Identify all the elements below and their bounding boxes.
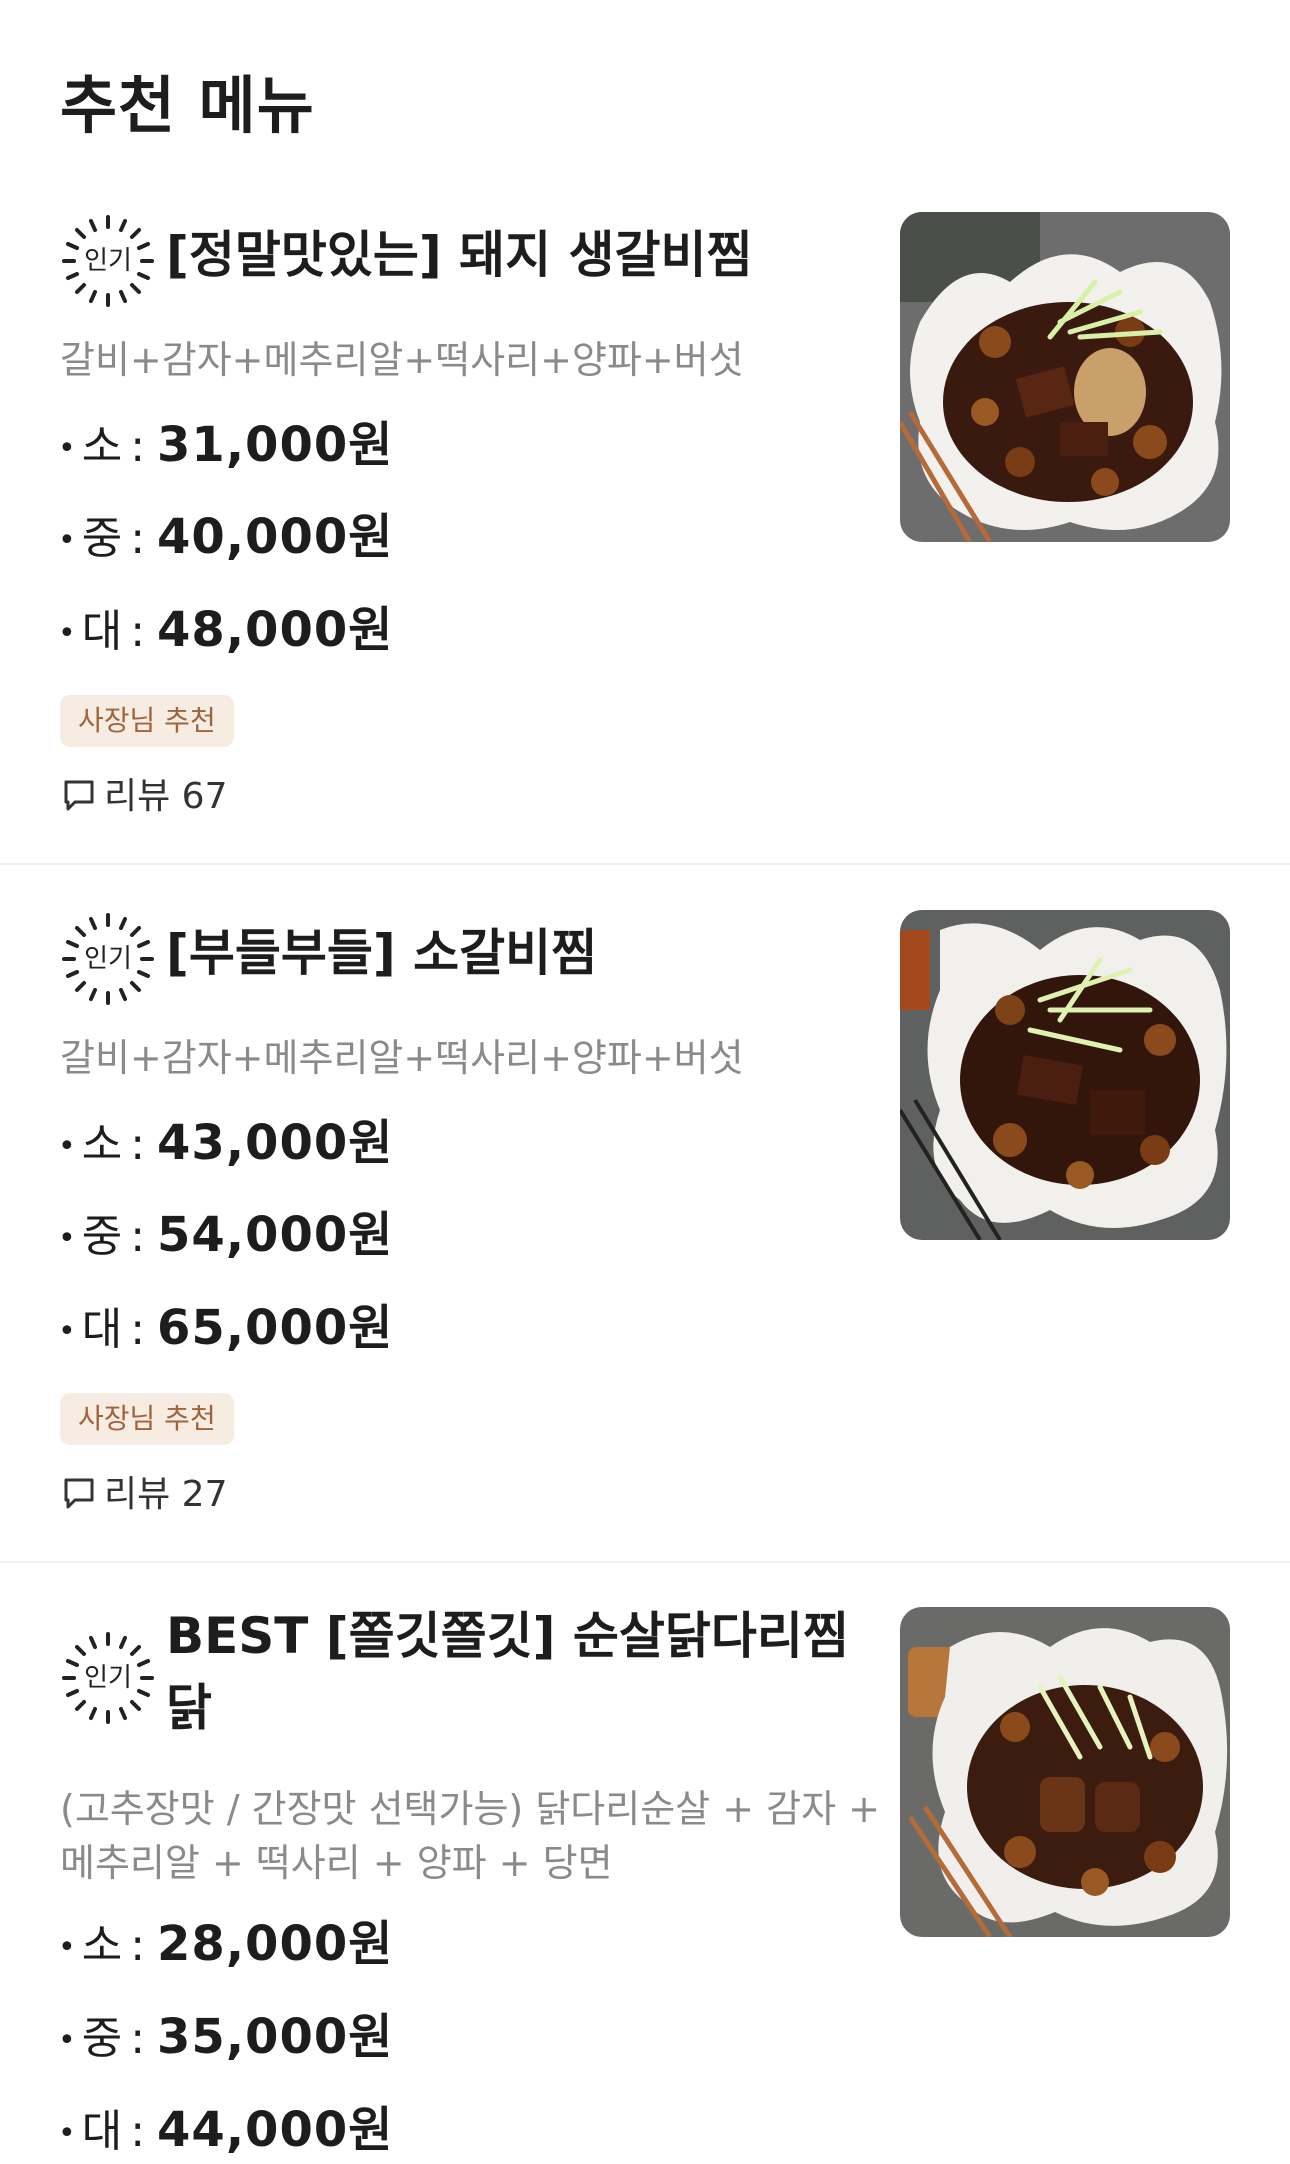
page-title: 추천 메뉴 xyxy=(60,69,315,142)
popular-badge-icon: 인기 xyxy=(60,1630,156,1726)
menu-item-description: 갈비+감자+메추리알+떡사리+양파+버섯 xyxy=(60,1036,744,1080)
price-value: 54,000원 xyxy=(157,1207,394,1263)
price-value: 31,000원 xyxy=(157,417,394,473)
colon: : xyxy=(130,1304,146,1355)
price-value: 65,000원 xyxy=(157,1300,394,1356)
owner-recommend-tag: 사장님 추천 xyxy=(60,695,234,747)
bullet: • xyxy=(58,431,76,466)
size-label: 소 xyxy=(81,1119,123,1170)
menu-item-name[interactable]: [정말맛있는] 돼지 생갈비찜 xyxy=(166,219,866,291)
bullet: • xyxy=(58,1129,76,1164)
section-divider xyxy=(0,863,1290,865)
review-link[interactable]: 리뷰 27 xyxy=(62,1465,228,1525)
price-row-small: • 소:28,000원 xyxy=(58,1914,393,1978)
size-label: 중 xyxy=(81,2013,123,2064)
price-row-medium: • 중:40,000원 xyxy=(58,507,393,571)
badge-label: 인기 xyxy=(84,1663,132,1693)
colon: : xyxy=(130,606,146,657)
speech-bubble-icon xyxy=(64,1478,94,1509)
colon: : xyxy=(130,421,146,472)
size-label: 대 xyxy=(81,2106,123,2157)
price-row-medium: • 중:35,000원 xyxy=(58,2007,393,2071)
price-row-small: • 소:43,000원 xyxy=(58,1113,393,1177)
bullet: • xyxy=(58,2023,76,2058)
bullet: • xyxy=(58,1314,76,1349)
size-label: 소 xyxy=(81,421,123,472)
price-value: 48,000원 xyxy=(157,602,394,658)
bullet: • xyxy=(58,616,76,651)
price-row-large: • 대:65,000원 xyxy=(58,1298,393,1362)
bullet: • xyxy=(58,523,76,558)
colon: : xyxy=(130,1119,146,1170)
menu-item-photo[interactable] xyxy=(900,1607,1230,1937)
review-link[interactable]: 리뷰 67 xyxy=(62,767,228,827)
menu-item-photo[interactable] xyxy=(900,212,1230,542)
price-value: 35,000원 xyxy=(157,2009,394,2065)
review-count: 리뷰 27 xyxy=(104,1474,228,1515)
bullet: • xyxy=(58,1930,76,1965)
speech-bubble-icon xyxy=(64,780,94,811)
colon: : xyxy=(130,2013,146,2064)
menu-item[interactable]: 인기 [정말맛있는] 돼지 생갈비찜 갈비+감자+메추리알+떡사리+양파+버섯 … xyxy=(0,205,1290,865)
colon: : xyxy=(130,1920,146,1971)
badge-label: 인기 xyxy=(84,944,132,974)
bullet: • xyxy=(58,1221,76,1256)
size-label: 소 xyxy=(81,1920,123,1971)
colon: : xyxy=(130,2106,146,2157)
menu-item-name[interactable]: [부들부들] 소갈비찜 xyxy=(166,917,866,989)
menu-item[interactable]: 인기 [부들부들] 소갈비찜 갈비+감자+메추리알+떡사리+양파+버섯 • 소:4… xyxy=(0,903,1290,1563)
popular-badge-icon: 인기 xyxy=(60,213,156,309)
price-row-small: • 소:31,000원 xyxy=(58,415,393,479)
size-label: 중 xyxy=(81,1211,123,1262)
menu-item[interactable]: 인기 BEST [쫄깃쫄깃] 순살닭다리찜닭 (고추장맛 / 간장맛 선택가능)… xyxy=(0,1600,1290,2159)
price-value: 44,000원 xyxy=(157,2102,394,2158)
price-row-large: • 대:48,000원 xyxy=(58,600,393,664)
review-count: 리뷰 67 xyxy=(104,776,228,817)
bullet: • xyxy=(58,2116,76,2151)
price-value: 28,000원 xyxy=(157,1916,394,1972)
badge-label: 인기 xyxy=(84,246,132,276)
size-label: 대 xyxy=(81,1304,123,1355)
price-row-large: • 대:44,000원 xyxy=(58,2100,393,2164)
menu-item-description: 갈비+감자+메추리알+떡사리+양파+버섯 xyxy=(60,338,744,382)
menu-item-name[interactable]: BEST [쫄깃쫄깃] 순살닭다리찜닭 xyxy=(166,1600,866,1744)
colon: : xyxy=(130,513,146,564)
owner-recommend-tag: 사장님 추천 xyxy=(60,1393,234,1445)
menu-item-photo[interactable] xyxy=(900,910,1230,1240)
size-label: 대 xyxy=(81,606,123,657)
price-row-medium: • 중:54,000원 xyxy=(58,1205,393,1269)
popular-badge-icon: 인기 xyxy=(60,911,156,1007)
price-value: 40,000원 xyxy=(157,509,394,565)
colon: : xyxy=(130,1211,146,1262)
size-label: 중 xyxy=(81,513,123,564)
section-divider xyxy=(0,1561,1290,1563)
price-value: 43,000원 xyxy=(157,1115,394,1171)
menu-item-description: (고추장맛 / 간장맛 선택가능) 닭다리순살 + 감자 + 메추리알 + 떡사… xyxy=(60,1787,880,1885)
